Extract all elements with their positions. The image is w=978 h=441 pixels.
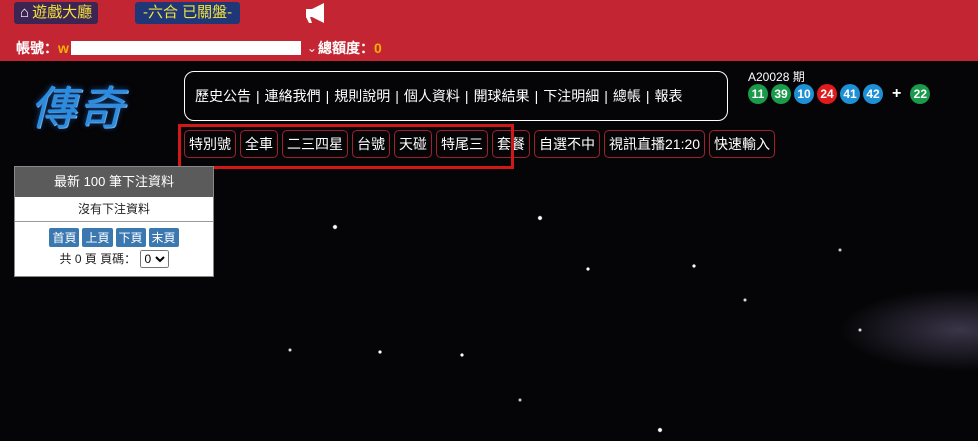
prev-page-button[interactable]: 上頁 <box>82 228 113 247</box>
nav-report[interactable]: 報表 <box>654 86 682 106</box>
recent-bets-panel: 最新 100 筆下注資料 沒有下注資料 首頁 上頁 下頁 末頁 共 0 頁 頁碼… <box>14 166 214 277</box>
game-lobby-button[interactable]: ⌂ 遊戲大廳 <box>14 2 99 24</box>
nav-history[interactable]: 歷史公告 <box>195 86 251 106</box>
total-suffix: 頁 頁碼： <box>84 252 137 266</box>
nav-results[interactable]: 開球結果 <box>474 86 530 106</box>
nav-ledger[interactable]: 總帳 <box>613 86 641 106</box>
nav-bet-details[interactable]: 下注明細 <box>543 86 599 106</box>
first-page-button[interactable]: 首頁 <box>49 228 80 247</box>
chevron-down-icon[interactable]: ⌄ <box>307 41 317 55</box>
ball: 24 <box>817 84 837 104</box>
nav-rules[interactable]: 規則說明 <box>334 86 390 106</box>
last-page-button[interactable]: 末頁 <box>148 228 179 247</box>
ball: 11 <box>748 84 768 104</box>
account-info: 帳號： w ⌄ <box>16 38 317 58</box>
credit-value: 0 <box>374 40 382 56</box>
ball: 42 <box>863 84 883 104</box>
page-select[interactable]: 0 <box>139 250 169 268</box>
pager: 首頁 上頁 下頁 末頁 <box>15 228 213 247</box>
account-prefix: w <box>58 40 69 56</box>
tab-live-video[interactable]: 視訊直播21:20 <box>604 130 706 158</box>
page-info: 共 0 頁 頁碼： 0 <box>15 250 213 268</box>
draw-numbers: 11 39 10 24 41 42 + 22 <box>748 84 931 104</box>
next-page-button[interactable]: 下頁 <box>115 228 146 247</box>
logo: 傳奇 <box>30 81 126 135</box>
megaphone-icon[interactable] <box>304 2 330 24</box>
panel-title: 最新 100 筆下注資料 <box>15 167 213 197</box>
draw-period: A20028 期 <box>748 70 805 84</box>
credit-label: 總額度： <box>318 40 374 56</box>
total-pages: 0 <box>74 252 82 266</box>
top-bar: ⌂ 遊戲大廳 -六合 已關盤- 帳號： w ⌄ 總額度：0 <box>0 0 978 61</box>
ball: 10 <box>794 84 814 104</box>
account-label: 帳號： <box>16 40 58 56</box>
tab-self-select[interactable]: 自選不中 <box>534 130 600 158</box>
tab-quick-input[interactable]: 快速輸入 <box>709 130 776 158</box>
account-mask <box>70 41 301 55</box>
home-icon: ⌂ <box>20 4 30 21</box>
main-nav: 歷史公告 | 連絡我們 | 規則說明 | 個人資料 | 開球結果 | 下注明細 | 總帳 | … <box>184 71 728 121</box>
empty-message: 沒有下注資料 <box>15 197 213 222</box>
credit-info: 總額度：0 <box>318 38 382 58</box>
nav-profile[interactable]: 個人資料 <box>404 86 460 106</box>
special-ball: 22 <box>910 84 931 104</box>
game-lobby-label: 遊戲大廳 <box>32 4 93 21</box>
ball: 41 <box>840 84 860 104</box>
lottery-status-button[interactable]: -六合 已關盤- <box>135 2 241 24</box>
ball: 39 <box>771 84 791 104</box>
highlight-box <box>178 124 514 169</box>
plus-sign: + <box>892 85 902 102</box>
nav-contact[interactable]: 連絡我們 <box>265 86 321 106</box>
total-prefix: 共 <box>59 252 72 266</box>
